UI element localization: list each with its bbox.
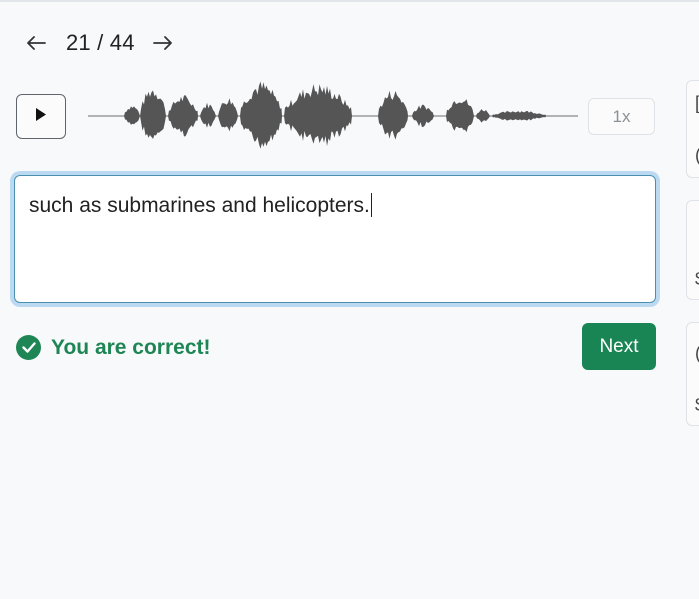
- feedback-message: You are correct!: [51, 335, 211, 359]
- side-card[interactable]: $: [686, 200, 699, 300]
- answer-text: such as submarines and helicopters.: [29, 194, 370, 217]
- arrow-left-icon[interactable]: [24, 31, 48, 55]
- side-card[interactable]: ( $: [686, 322, 699, 426]
- play-icon: [35, 107, 47, 126]
- audio-waveform[interactable]: [88, 78, 578, 150]
- next-button[interactable]: Next: [582, 323, 656, 370]
- side-card[interactable]: [ (: [686, 80, 699, 178]
- pager: 21 / 44: [24, 28, 175, 58]
- text-caret: [370, 193, 372, 217]
- arrow-right-icon[interactable]: [151, 31, 175, 55]
- feedback-row: You are correct!: [16, 335, 211, 360]
- answer-input[interactable]: such as submarines and helicopters.: [14, 175, 656, 303]
- check-circle-icon: [16, 335, 41, 360]
- playback-speed-button[interactable]: 1x: [588, 98, 655, 135]
- top-divider: [0, 0, 699, 2]
- page-counter: 21 / 44: [66, 30, 135, 55]
- play-button[interactable]: [16, 94, 66, 139]
